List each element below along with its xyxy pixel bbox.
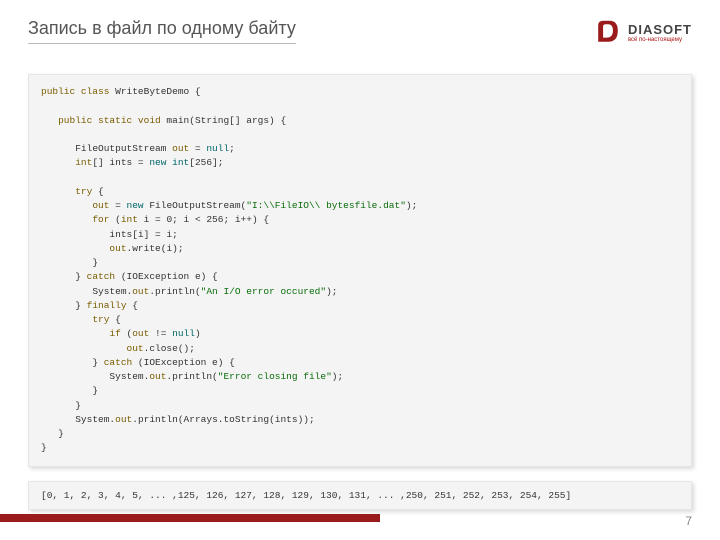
page-number: 7 [685,514,692,528]
slide: Запись в файл по одному байту DIASOFT вс… [0,0,720,540]
logo-text: DIASOFT всё по-настоящему [628,22,692,43]
output-block: [0, 1, 2, 3, 4, 5, ... ,125, 126, 127, 1… [28,481,692,510]
header-row: Запись в файл по одному байту DIASOFT вс… [28,18,692,46]
slide-title: Запись в файл по одному байту [28,18,296,44]
code-block: public class WriteByteDemo { public stat… [28,74,692,467]
brand-logo: DIASOFT всё по-настоящему [594,18,692,46]
logo-word: DIASOFT [628,22,692,37]
footer-accent-bar [0,514,380,522]
logo-mark-icon [594,18,622,46]
logo-tagline: всё по-настоящему [628,37,682,43]
